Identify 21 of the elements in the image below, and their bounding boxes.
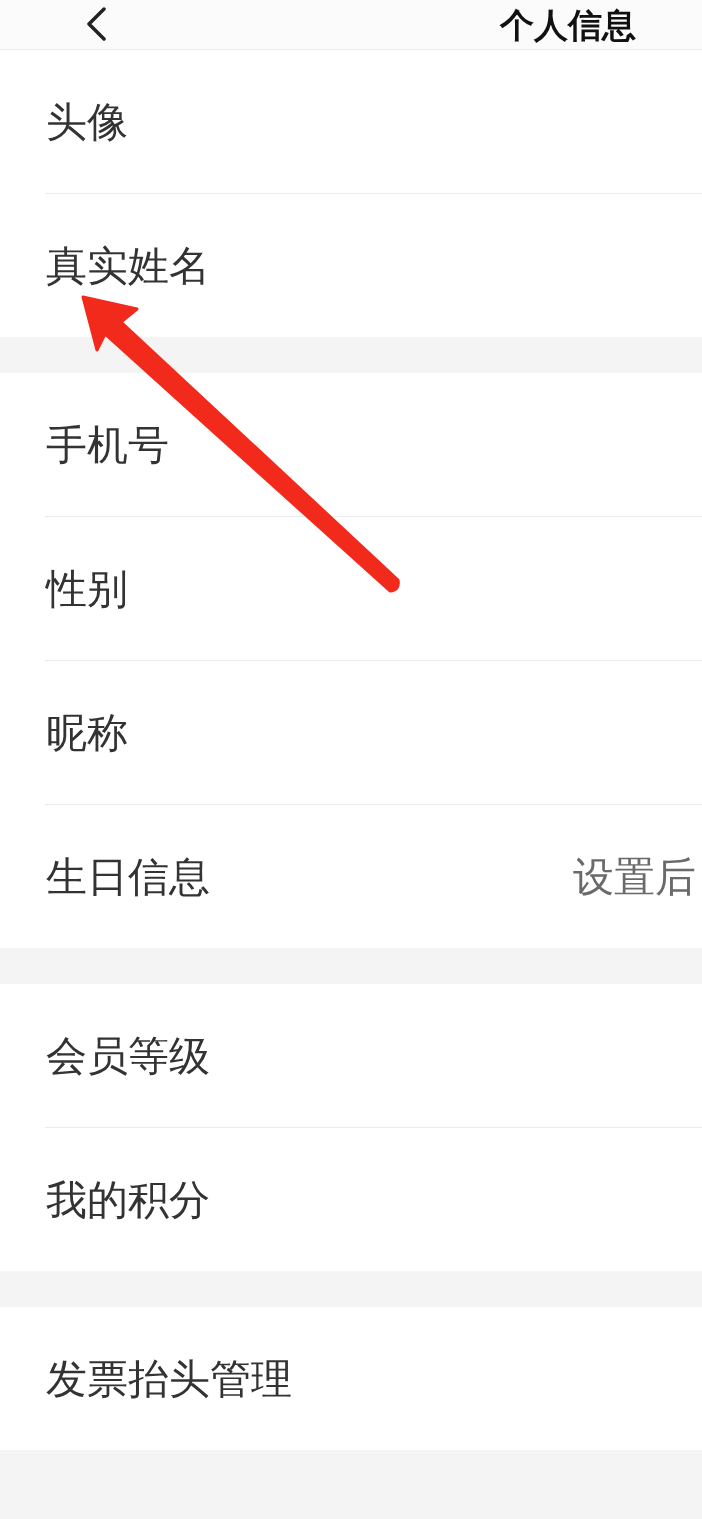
page-title: 个人信息 [500, 6, 636, 44]
settings-row[interactable]: 会员等级 [0, 984, 702, 1127]
row-value: 设置后 [573, 852, 696, 901]
row-label: 发票抬头管理 [46, 1354, 292, 1403]
row-label: 会员等级 [46, 1031, 210, 1080]
settings-row[interactable]: 生日信息 设置后 [0, 805, 702, 948]
row-label: 昵称 [46, 708, 128, 757]
settings-row[interactable]: 发票抬头管理 [0, 1307, 702, 1450]
settings-row[interactable]: 昵称 [0, 661, 702, 804]
settings-row[interactable]: 真实姓名 [0, 194, 702, 337]
row-label: 生日信息 [46, 852, 210, 901]
row-label: 头像 [46, 97, 128, 146]
row-label: 我的积分 [46, 1175, 210, 1224]
back-icon[interactable] [86, 7, 106, 41]
row-label: 真实姓名 [46, 241, 210, 290]
settings-row[interactable]: 性别 [0, 517, 702, 660]
settings-row[interactable]: 我的积分 [0, 1128, 702, 1271]
settings-row[interactable]: 手机号 [0, 373, 702, 516]
row-label: 手机号 [46, 420, 169, 469]
row-label: 性别 [46, 564, 128, 613]
settings-row[interactable]: 头像 [0, 50, 702, 193]
